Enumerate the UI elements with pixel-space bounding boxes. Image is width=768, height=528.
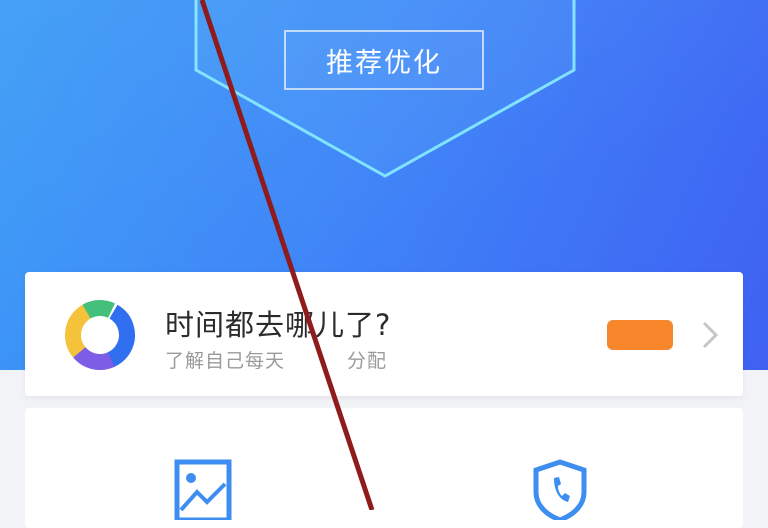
shield-phone-icon xyxy=(533,459,587,520)
time-usage-card[interactable]: 时间都去哪儿了? 了解自己每天 分配 xyxy=(25,272,743,396)
time-card-title: 时间都去哪儿了? xyxy=(165,308,392,342)
grid-item-photos[interactable] xyxy=(25,408,384,528)
subtitle-tail: 分配 xyxy=(347,350,388,372)
chevron-right-icon xyxy=(702,321,719,349)
recommend-optimize-button[interactable]: 推荐优化 xyxy=(284,30,484,90)
grid-item-call-protect[interactable] xyxy=(384,408,743,528)
hexagon-badge xyxy=(190,0,580,180)
time-donut-icon xyxy=(65,300,135,370)
time-card-subtitle: 了解自己每天 分配 xyxy=(165,346,387,373)
new-badge xyxy=(607,320,673,350)
image-icon xyxy=(174,459,232,520)
feature-grid xyxy=(25,408,743,528)
subtitle-head: 了解自己每天 xyxy=(165,350,286,372)
